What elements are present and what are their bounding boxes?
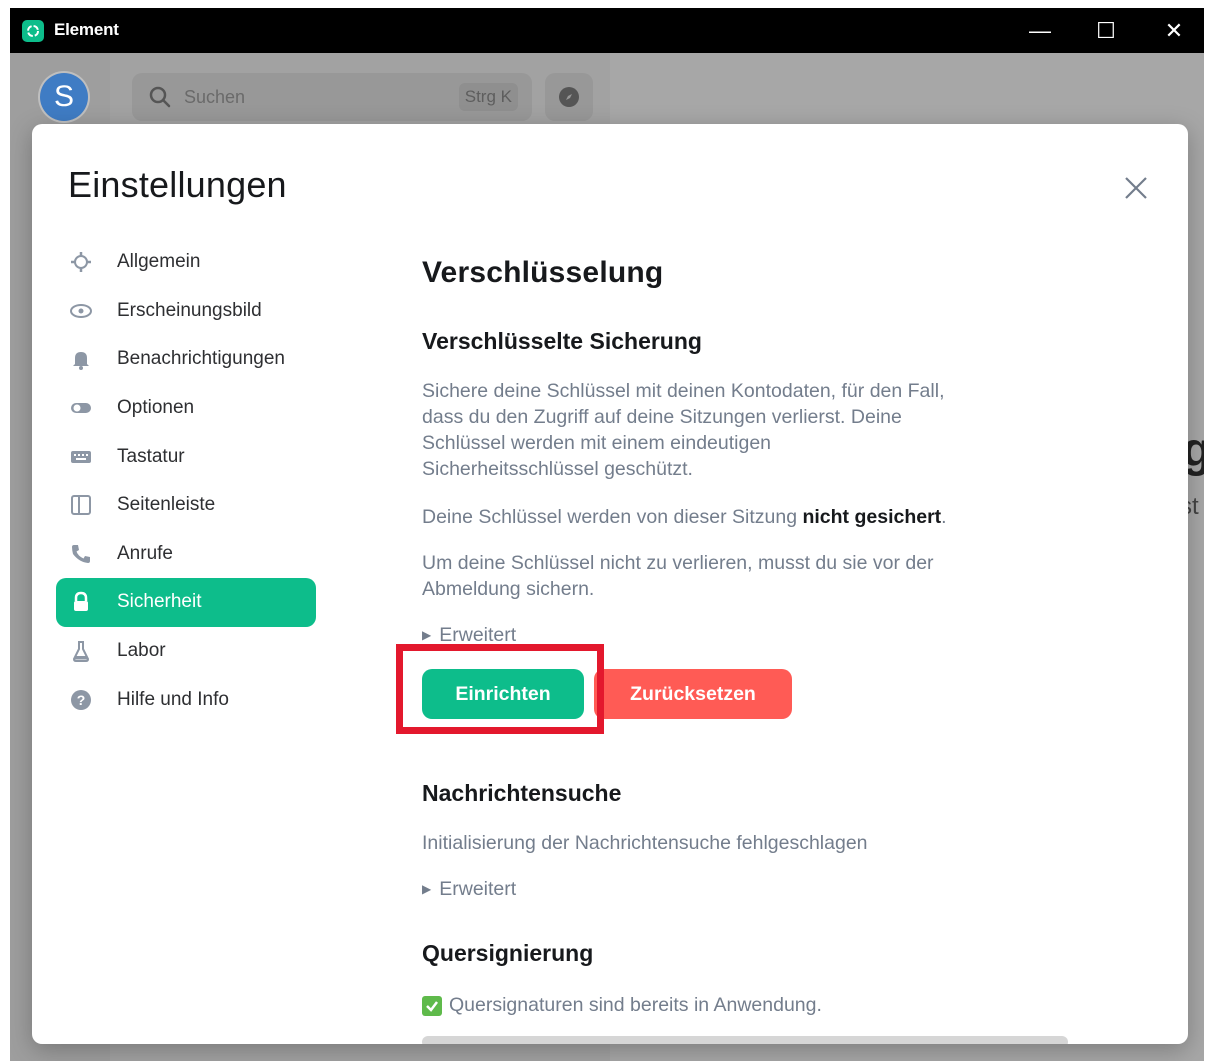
backup-description-line: dass du den Zugriff auf deine Sitzungen …: [422, 406, 902, 428]
highlight-annotation: [396, 644, 604, 734]
sidebar-item-label: Allgemein: [117, 251, 201, 273]
bell-icon: [69, 347, 93, 371]
sidebar-item-label: Anrufe: [117, 542, 173, 564]
search-input[interactable]: Suchen Strg K: [132, 73, 532, 121]
sidebar-item-label: Seitenleiste: [117, 494, 216, 516]
element-logo-icon: [22, 20, 44, 42]
triangle-right-icon: ▶: [422, 628, 432, 642]
title-bar: Element — ☐ ✕: [10, 8, 1204, 53]
sidebar-item-labor[interactable]: Labor: [56, 627, 316, 676]
maximize-button[interactable]: ☐: [1076, 8, 1136, 53]
sidebar-item-seitenleiste[interactable]: Seitenleiste: [56, 481, 316, 530]
horizontal-scrollbar[interactable]: [422, 1036, 1068, 1044]
backup-warning-line: Um deine Schlüssel nicht zu verlieren, m…: [422, 552, 934, 574]
sidebar-item-label: Sicherheit: [117, 591, 202, 613]
section-heading-search: Nachrichtensuche: [422, 780, 622, 806]
lock-icon: [69, 590, 93, 614]
page-title: Verschlüsselung: [422, 256, 664, 289]
backup-status-bold: nicht gesichert: [802, 506, 942, 528]
avatar[interactable]: S: [40, 73, 88, 121]
sidebar-item-tastatur[interactable]: Tastatur: [56, 432, 316, 481]
backup-description-line: Sichere deine Schlüssel mit deinen Konto…: [422, 380, 945, 402]
search-placeholder: Suchen: [184, 87, 246, 107]
backup-description-line: Schlüssel werden mit einem eindeutigen: [422, 432, 772, 454]
section-heading-backup: Verschlüsselte Sicherung: [422, 328, 702, 354]
backup-description-line: Sicherheitsschlüssel geschützt.: [422, 458, 693, 480]
sidebar-item-label: Optionen: [117, 397, 195, 419]
compass-icon: [559, 87, 579, 107]
backup-status-text: Deine Schlüssel werden von dieser Sitzun…: [422, 506, 803, 528]
dialog-title: Einstellungen: [68, 164, 287, 205]
sidebar-item-hilfe-und-info[interactable]: ? Hilfe und Info: [56, 675, 316, 724]
window-title: Element: [54, 20, 119, 39]
search-description: Initialisierung der Nachrichtensuche feh…: [422, 832, 868, 854]
backup-warning-line: Abmeldung sichern.: [422, 578, 595, 600]
sidebar-item-label: Labor: [117, 640, 166, 662]
explore-button[interactable]: [545, 73, 593, 121]
phone-icon: [69, 542, 93, 566]
gear-icon: [69, 250, 93, 274]
sidebar-icon: [69, 493, 93, 517]
cross-signing-status: Quersignaturen sind bereits in Anwendung…: [422, 994, 822, 1017]
settings-nav: Allgemein Erscheinungsbild Benachrichtig…: [56, 238, 316, 724]
check-icon: [422, 995, 442, 1016]
sidebar-item-sicherheit[interactable]: Sicherheit: [56, 578, 316, 627]
sidebar-item-erscheinungsbild[interactable]: Erscheinungsbild: [56, 287, 316, 336]
sidebar-item-benachrichtigungen[interactable]: Benachrichtigungen: [56, 335, 316, 384]
keyboard-icon: [69, 445, 93, 469]
sidebar-item-label: Tastatur: [117, 445, 185, 467]
sidebar-item-label: Benachrichtigungen: [117, 348, 285, 370]
settings-dialog: Einstellungen Allgemein Erscheinungsbild: [32, 124, 1188, 1044]
cross-signing-status-text: Quersignaturen sind bereits in Anwendung…: [449, 994, 822, 1016]
app-window: Element — ☐ ✕ S Suchen Strg K g st Einst…: [10, 8, 1204, 1061]
triangle-right-icon: ▶: [422, 882, 432, 896]
search-shortcut: Strg K: [458, 83, 518, 111]
eye-icon: [69, 299, 93, 323]
section-heading-cross-signing: Quersignierung: [422, 940, 594, 966]
sidebar-item-optionen[interactable]: Optionen: [56, 384, 316, 433]
minimize-button[interactable]: —: [1010, 8, 1070, 53]
flask-icon: [69, 639, 93, 663]
sidebar-item-anrufe[interactable]: Anrufe: [56, 530, 316, 579]
sidebar-item-label: Hilfe und Info: [117, 688, 229, 710]
sidebar-item-label: Erscheinungsbild: [117, 299, 262, 321]
sidebar-item-allgemein[interactable]: Allgemein: [56, 238, 316, 287]
help-icon: ?: [69, 688, 93, 712]
close-window-button[interactable]: ✕: [1144, 8, 1204, 53]
backup-status-suffix: .: [941, 506, 947, 528]
close-dialog-button[interactable]: [1120, 172, 1152, 204]
svg-text:?: ?: [77, 692, 86, 708]
toggle-icon: [69, 396, 93, 420]
reset-button[interactable]: Zurücksetzen: [594, 669, 792, 719]
advanced-label: Erweitert: [439, 624, 517, 646]
backup-status: Deine Schlüssel werden von dieser Sitzun…: [422, 504, 947, 530]
search-icon: [148, 85, 172, 114]
advanced-toggle-search[interactable]: ▶ Erweitert: [422, 878, 516, 901]
close-icon: [1125, 177, 1147, 199]
advanced-label: Erweitert: [439, 878, 517, 900]
